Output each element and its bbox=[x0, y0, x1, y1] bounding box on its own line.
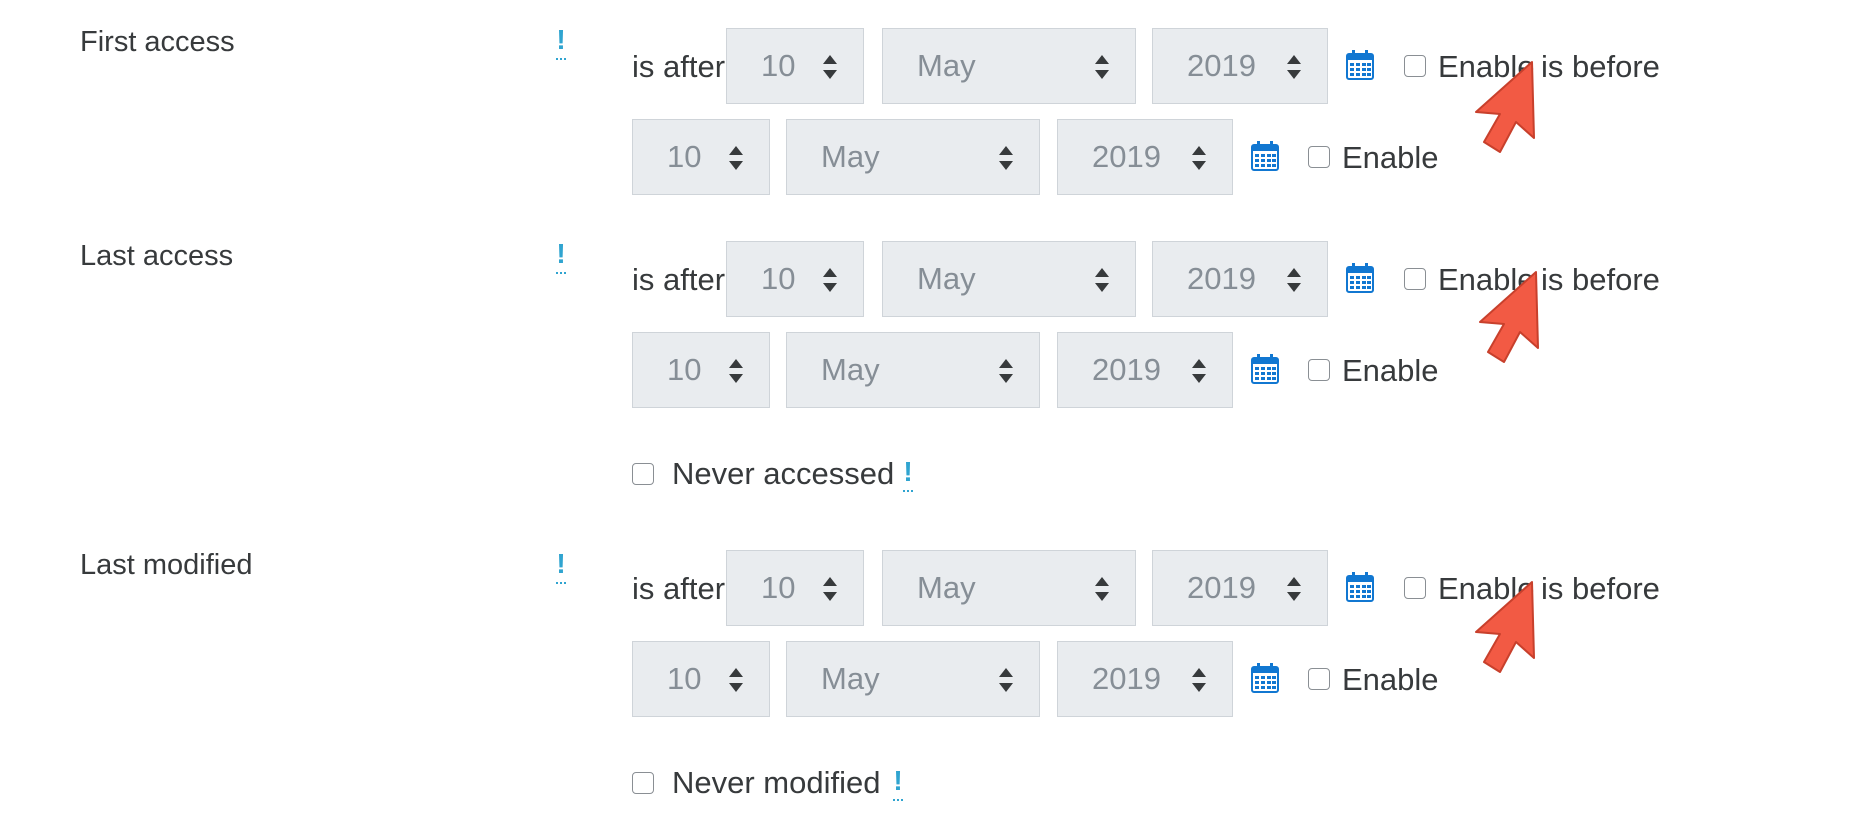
year-value: 2019 bbox=[1187, 48, 1256, 83]
day-value: 10 bbox=[761, 570, 796, 605]
calendar-icon[interactable] bbox=[1346, 50, 1374, 80]
never-accessed-option: Never accessed ! bbox=[632, 452, 1232, 496]
year-select[interactable]: 2019 bbox=[1057, 119, 1233, 195]
day-select[interactable]: 10 bbox=[726, 550, 864, 626]
enable-checkbox[interactable] bbox=[1308, 668, 1330, 690]
day-select[interactable]: 10 bbox=[726, 28, 864, 104]
day-value: 10 bbox=[667, 352, 702, 387]
condition-label-before: is before bbox=[1541, 571, 1660, 606]
never-accessed-label: Never accessed bbox=[672, 456, 895, 491]
select-arrows-icon bbox=[1287, 55, 1301, 79]
month-value: May bbox=[917, 261, 976, 296]
condition-label-before: is before bbox=[1541, 49, 1660, 84]
year-value: 2019 bbox=[1187, 261, 1256, 296]
month-select[interactable]: May bbox=[786, 119, 1040, 195]
before-row: 10 May 2019 Enable bbox=[0, 119, 1854, 197]
year-select[interactable]: 2019 bbox=[1152, 550, 1328, 626]
calendar-icon[interactable] bbox=[1251, 354, 1279, 384]
month-value: May bbox=[821, 661, 880, 696]
never-modified-label: Never modified bbox=[672, 765, 881, 800]
select-arrows-icon bbox=[729, 146, 743, 170]
month-select[interactable]: May bbox=[882, 550, 1136, 626]
enable-checkbox[interactable] bbox=[1404, 577, 1426, 599]
before-row: 10 May 2019 Enable bbox=[0, 641, 1854, 719]
month-value: May bbox=[821, 139, 880, 174]
select-arrows-icon bbox=[999, 668, 1013, 692]
day-select[interactable]: 10 bbox=[632, 119, 770, 195]
select-arrows-icon bbox=[823, 268, 837, 292]
select-arrows-icon bbox=[1095, 268, 1109, 292]
month-select[interactable]: May bbox=[882, 241, 1136, 317]
select-arrows-icon bbox=[1192, 146, 1206, 170]
year-value: 2019 bbox=[1092, 352, 1161, 387]
never-accessed-checkbox[interactable] bbox=[632, 463, 654, 485]
enable-label: Enable bbox=[1342, 662, 1439, 697]
help-icon[interactable]: ! bbox=[903, 458, 913, 492]
day-value: 10 bbox=[761, 261, 796, 296]
select-arrows-icon bbox=[999, 146, 1013, 170]
never-modified-option: Never modified ! bbox=[632, 761, 1232, 805]
day-value: 10 bbox=[667, 139, 702, 174]
month-select[interactable]: May bbox=[786, 332, 1040, 408]
before-row: 10 May 2019 Enable bbox=[0, 332, 1854, 410]
calendar-icon[interactable] bbox=[1346, 572, 1374, 602]
after-row: is after 10 May 2019 Enable is before bbox=[0, 550, 1854, 628]
select-arrows-icon bbox=[999, 359, 1013, 383]
calendar-icon[interactable] bbox=[1346, 263, 1374, 293]
year-value: 2019 bbox=[1092, 661, 1161, 696]
year-value: 2019 bbox=[1187, 570, 1256, 605]
day-select[interactable]: 10 bbox=[632, 641, 770, 717]
enable-checkbox[interactable] bbox=[1404, 55, 1426, 77]
month-value: May bbox=[821, 352, 880, 387]
day-select[interactable]: 10 bbox=[632, 332, 770, 408]
enable-checkbox[interactable] bbox=[1308, 146, 1330, 168]
select-arrows-icon bbox=[823, 55, 837, 79]
select-arrows-icon bbox=[1095, 55, 1109, 79]
condition-label: is after bbox=[632, 262, 726, 297]
month-select[interactable]: May bbox=[786, 641, 1040, 717]
day-select[interactable]: 10 bbox=[726, 241, 864, 317]
year-value: 2019 bbox=[1092, 139, 1161, 174]
month-value: May bbox=[917, 570, 976, 605]
red-arrow-pointer-icon bbox=[1475, 61, 1535, 153]
condition-label: is after bbox=[632, 49, 726, 84]
condition-label: is after bbox=[632, 571, 726, 606]
select-arrows-icon bbox=[729, 359, 743, 383]
enable-label: Enable bbox=[1342, 353, 1439, 388]
select-arrows-icon bbox=[1095, 577, 1109, 601]
day-value: 10 bbox=[667, 661, 702, 696]
year-select[interactable]: 2019 bbox=[1057, 641, 1233, 717]
calendar-icon[interactable] bbox=[1251, 141, 1279, 171]
after-row: is after 10 May 2019 Enable is before bbox=[0, 241, 1854, 319]
month-select[interactable]: May bbox=[882, 28, 1136, 104]
select-arrows-icon bbox=[729, 668, 743, 692]
after-row: is after 10 May 2019 Enable is before bbox=[0, 28, 1854, 106]
year-select[interactable]: 2019 bbox=[1057, 332, 1233, 408]
red-arrow-pointer-icon bbox=[1475, 581, 1535, 673]
year-select[interactable]: 2019 bbox=[1152, 28, 1328, 104]
day-value: 10 bbox=[761, 48, 796, 83]
never-modified-checkbox[interactable] bbox=[632, 772, 654, 794]
select-arrows-icon bbox=[1192, 668, 1206, 692]
select-arrows-icon bbox=[1192, 359, 1206, 383]
red-arrow-pointer-icon bbox=[1479, 271, 1539, 363]
calendar-icon[interactable] bbox=[1251, 663, 1279, 693]
year-select[interactable]: 2019 bbox=[1152, 241, 1328, 317]
enable-checkbox[interactable] bbox=[1404, 268, 1426, 290]
condition-label-before: is before bbox=[1541, 262, 1660, 297]
month-value: May bbox=[917, 48, 976, 83]
select-arrows-icon bbox=[823, 577, 837, 601]
select-arrows-icon bbox=[1287, 577, 1301, 601]
enable-checkbox[interactable] bbox=[1308, 359, 1330, 381]
select-arrows-icon bbox=[1287, 268, 1301, 292]
enable-label: Enable bbox=[1342, 140, 1439, 175]
help-icon[interactable]: ! bbox=[893, 767, 903, 801]
